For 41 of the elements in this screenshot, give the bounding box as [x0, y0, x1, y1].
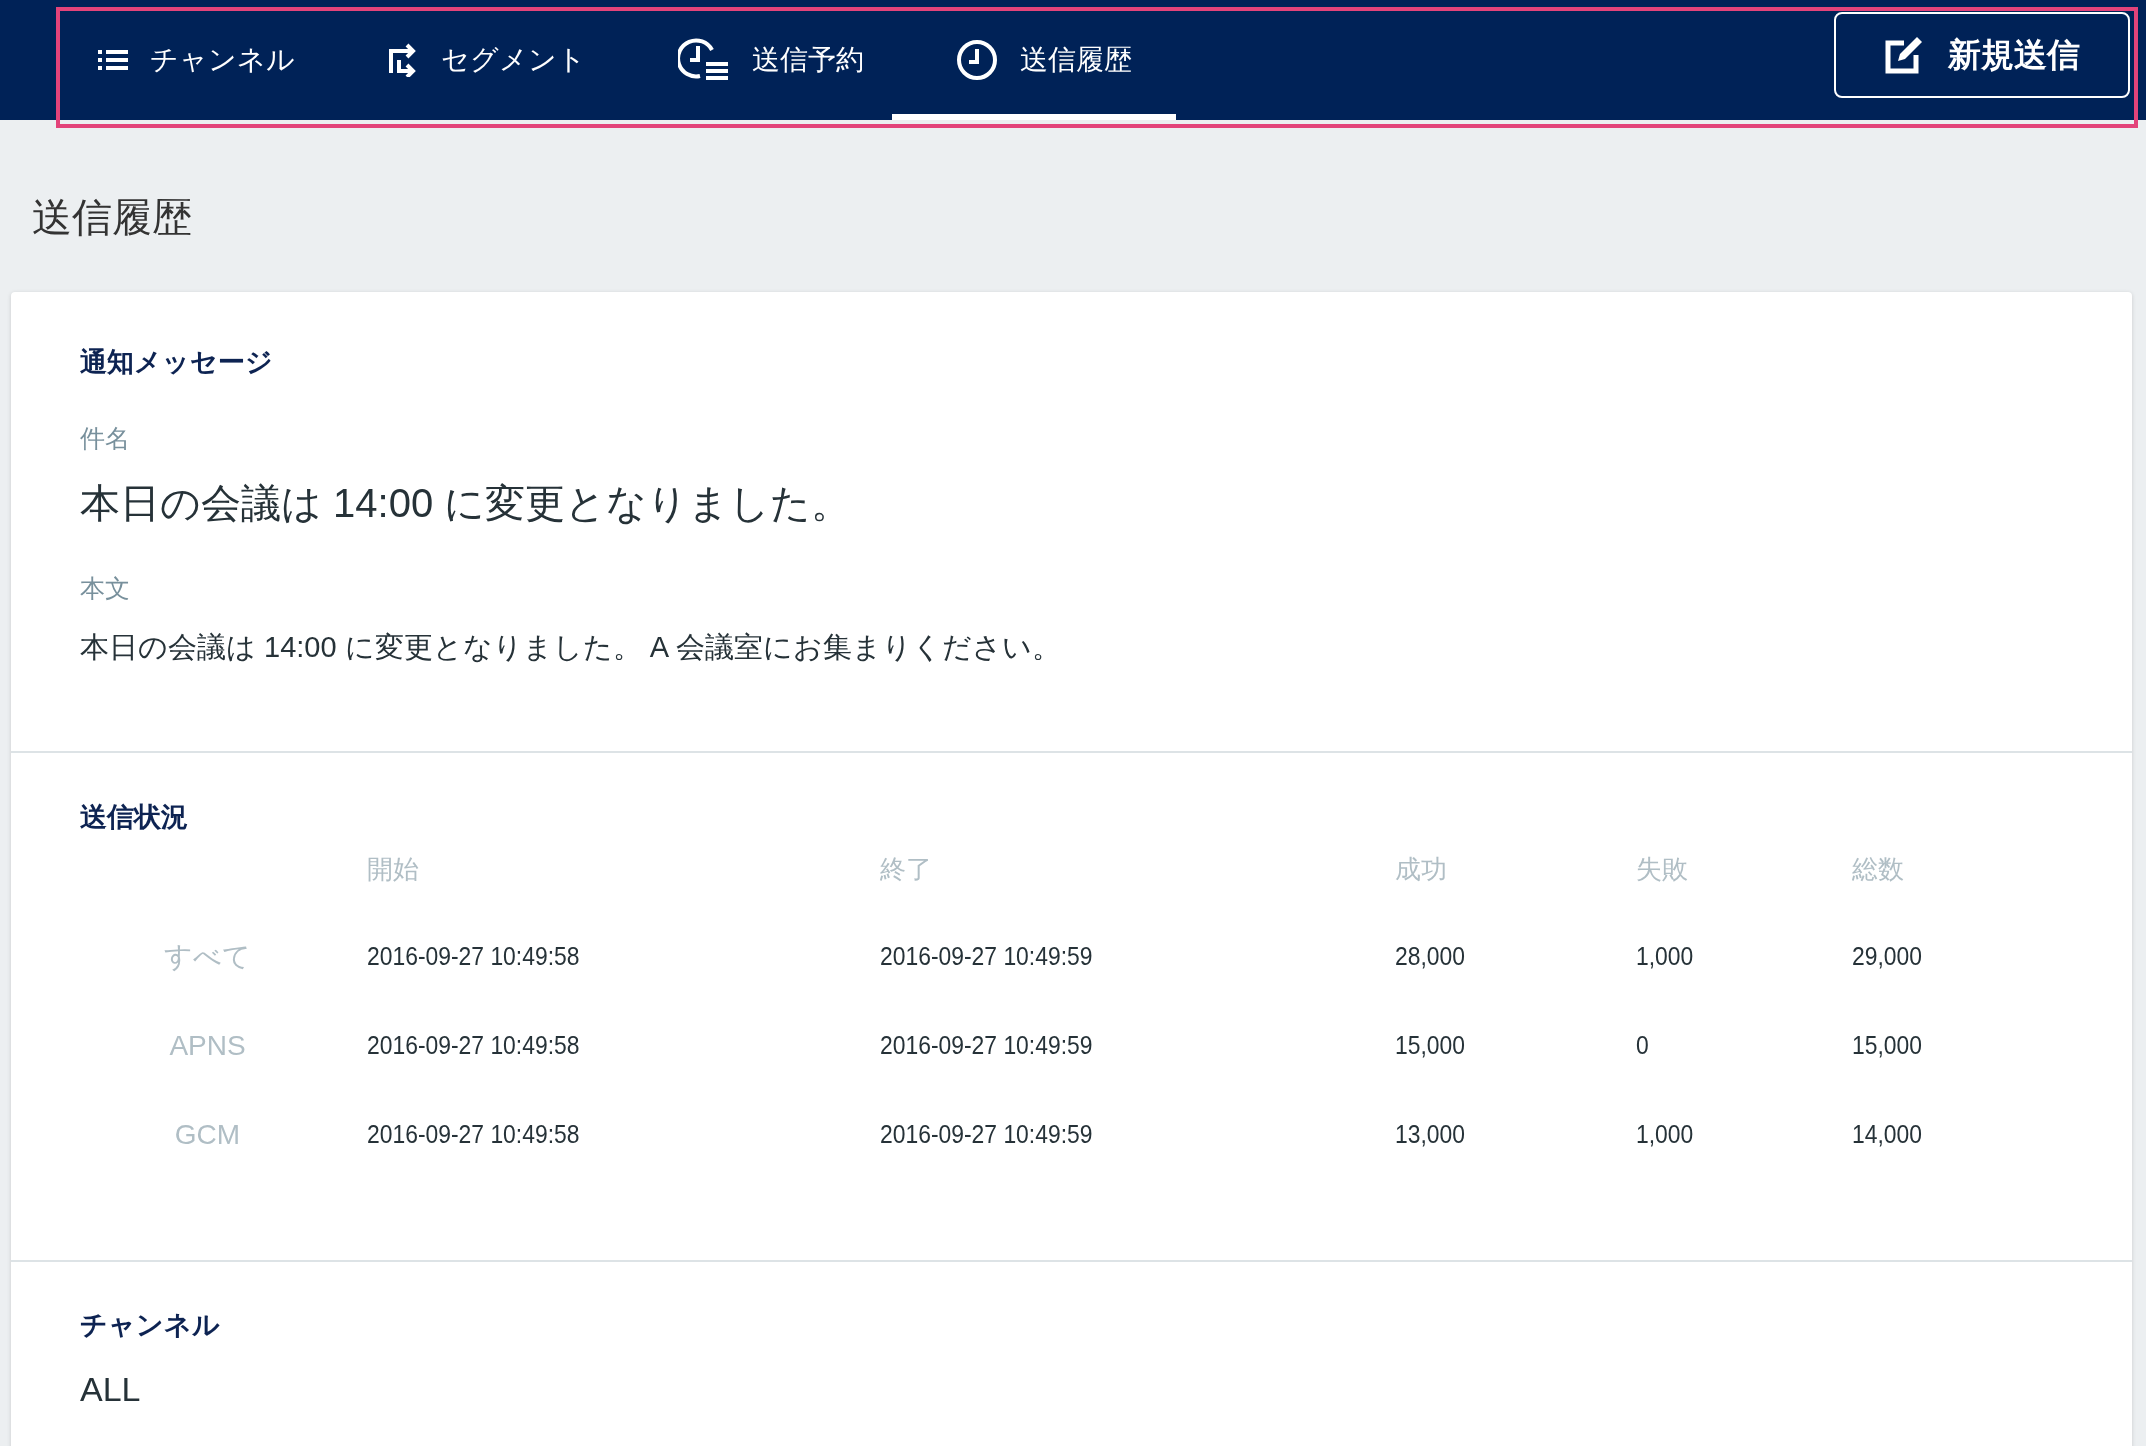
list-icon — [98, 49, 128, 71]
column-header: 成功 — [1395, 853, 1447, 886]
row-label: すべて — [164, 940, 251, 974]
table-cell-text: 15,000 — [1395, 1029, 1465, 1062]
nav-tab[interactable]: チャンネル — [82, 0, 311, 120]
channel-value: ALL — [80, 1369, 142, 1410]
table-cell-text: 1,000 — [1636, 940, 1694, 973]
row-label: GCM — [174, 1118, 241, 1152]
clock-list-icon — [678, 38, 730, 82]
table-cell-text: 28,000 — [1395, 940, 1465, 973]
nav-tab[interactable]: 送信予約 — [662, 0, 880, 120]
section-title: チャンネル — [80, 1309, 221, 1342]
page-title: 送信履歴 — [32, 194, 193, 241]
subject-text: 本日の会議は 14:00 に変更となりました。 — [80, 480, 853, 527]
table-cell-text: 2016-09-27 10:49:58 — [367, 1029, 580, 1062]
table-cell-text: 2016-09-27 10:49:58 — [367, 1118, 580, 1151]
column-header: 終了 — [880, 853, 932, 886]
nav-tab[interactable]: セグメント — [371, 0, 602, 120]
section-title: 通知メッセージ — [80, 346, 274, 379]
row-label: APNS — [169, 1029, 246, 1063]
field-label: 件名 — [80, 423, 131, 454]
table-cell-text: 13,000 — [1395, 1118, 1465, 1151]
table-cell-text: 14,000 — [1852, 1118, 1922, 1151]
body-text: 本日の会議は 14:00 に変更となりました。 A 会議室にお集まりください。 — [80, 630, 1062, 665]
table-cell-text: 29,000 — [1852, 940, 1922, 973]
table-cell-text: 2016-09-27 10:49:58 — [367, 940, 580, 973]
field-label: 本文 — [80, 573, 131, 604]
table-cell-text: 2016-09-27 10:49:59 — [880, 1029, 1093, 1062]
clock-icon — [956, 39, 998, 81]
section-title: 送信状況 — [80, 801, 189, 834]
table-cell-text: 2016-09-27 10:49:59 — [880, 940, 1093, 973]
table-cell-text: 1,000 — [1636, 1118, 1694, 1151]
new-send-button[interactable]: 新規送信 — [1834, 12, 2130, 98]
table-cell-text: 15,000 — [1852, 1029, 1922, 1062]
table-cell-text: 0 — [1636, 1029, 1649, 1062]
edit-icon — [1884, 35, 1924, 75]
column-header: 総数 — [1852, 853, 1904, 886]
table-cell-text: 2016-09-27 10:49:59 — [880, 1118, 1093, 1151]
column-header: 失敗 — [1636, 853, 1688, 886]
column-header: 開始 — [367, 853, 419, 886]
nav-tab[interactable]: 送信履歴 — [892, 0, 1176, 120]
